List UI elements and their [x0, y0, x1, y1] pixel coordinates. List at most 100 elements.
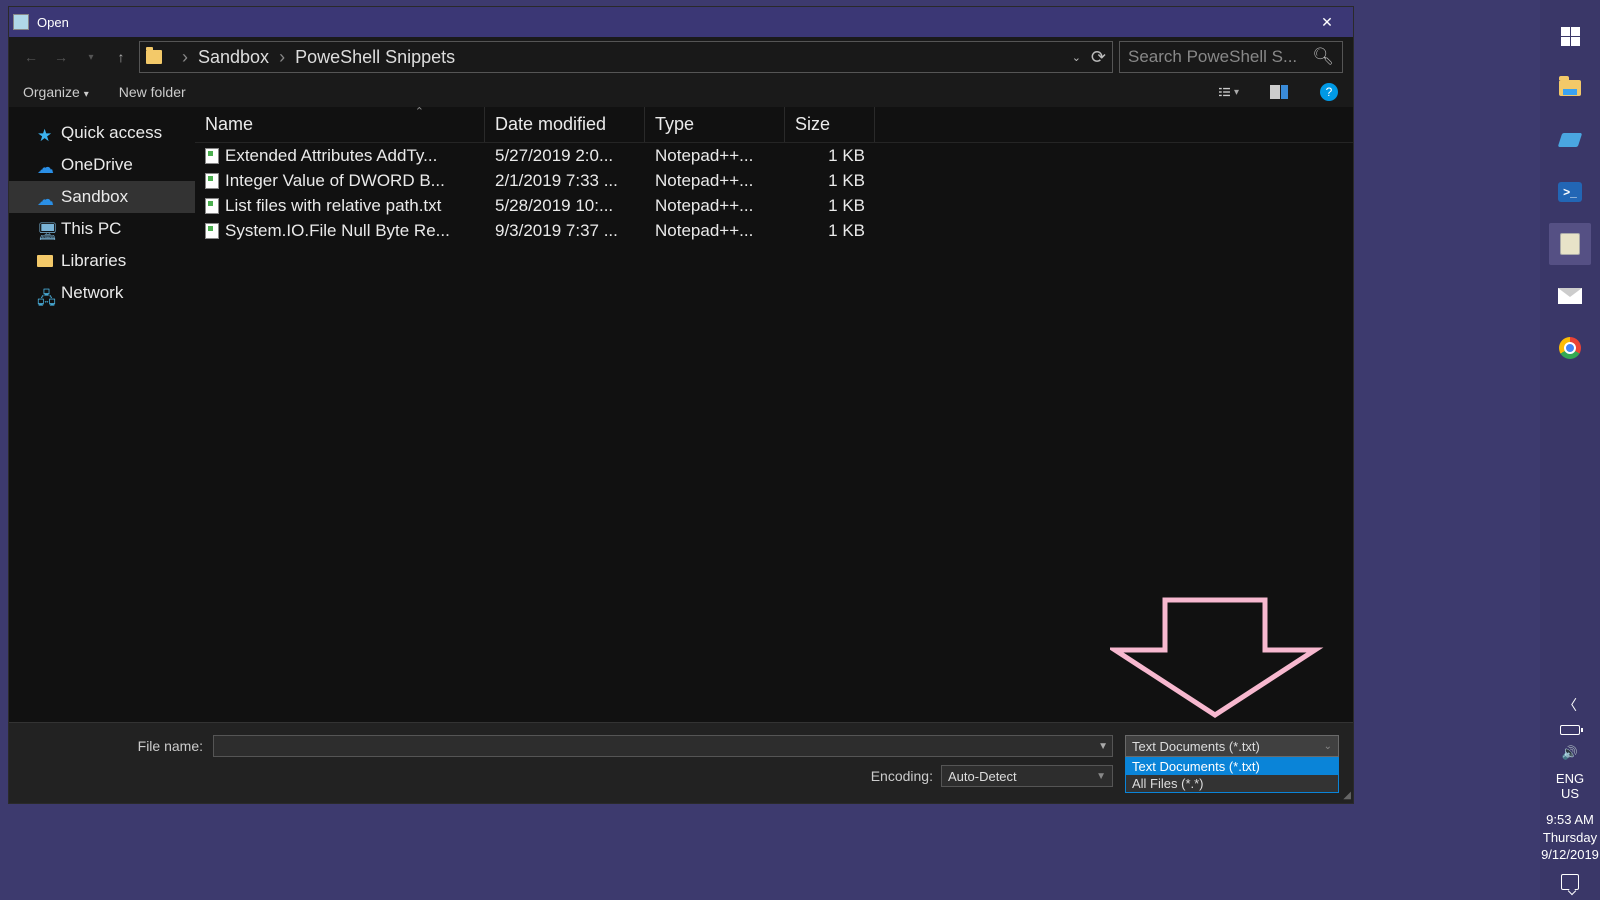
file-row[interactable]: List files with relative path.txt 5/28/20…	[195, 193, 1353, 218]
sidebar-item-sandbox[interactable]: ☁ Sandbox	[9, 181, 195, 213]
libraries-icon	[37, 255, 53, 267]
file-size: 1 KB	[785, 146, 875, 166]
column-date[interactable]: Date modified	[485, 107, 645, 142]
magnifier-taskbar[interactable]	[1549, 119, 1591, 161]
language-indicator[interactable]: ENGUS	[1556, 771, 1584, 801]
file-row[interactable]: Integer Value of DWORD B... 2/1/2019 7:33…	[195, 168, 1353, 193]
column-headers: Name⌃ Date modified Type Size	[195, 107, 1353, 143]
dialog-footer: File name: ▼ Text Documents (*.txt)⌄ Tex…	[9, 722, 1353, 803]
help-button[interactable]: ?	[1319, 82, 1339, 102]
back-button[interactable]: ←	[19, 45, 43, 69]
action-center-icon[interactable]	[1561, 874, 1579, 890]
notepad-taskbar[interactable]	[1549, 223, 1591, 265]
sidebar-item-onedrive[interactable]: ☁ OneDrive	[9, 149, 195, 181]
file-explorer-taskbar[interactable]	[1549, 67, 1591, 109]
search-icon: 🔍︎	[1312, 47, 1334, 67]
text-file-icon	[205, 148, 219, 164]
filename-label: File name:	[23, 738, 213, 754]
cloud-icon: ☁	[37, 190, 53, 204]
cloud-icon: ☁	[37, 158, 53, 172]
filetype-option[interactable]: Text Documents (*.txt)	[1126, 758, 1338, 775]
file-row[interactable]: Extended Attributes AddTy...5/27/2019 2:…	[195, 143, 1353, 168]
breadcrumb-sep: ›	[279, 47, 285, 68]
sidebar-label: OneDrive	[61, 155, 133, 175]
history-dropdown-icon[interactable]: ⌄	[1072, 51, 1081, 64]
file-name: Extended Attributes AddTy...	[225, 146, 437, 166]
system-tray: 〈 🔊 ENGUS 9:53 AM Thursday 9/12/2019	[1540, 695, 1600, 900]
file-size: 1 KB	[785, 221, 875, 241]
breadcrumb-sep: ›	[182, 47, 188, 68]
column-type[interactable]: Type	[645, 107, 785, 142]
pc-icon: 🖥	[37, 222, 53, 236]
file-type: Notepad++...	[645, 221, 785, 241]
sidebar-label: Sandbox	[61, 187, 128, 207]
tray-overflow-icon[interactable]: 〈	[1563, 695, 1577, 715]
forward-button[interactable]: →	[49, 45, 73, 69]
file-type: Notepad++...	[645, 196, 785, 216]
toolbar: Organize ▾ New folder ▾ ?	[9, 77, 1353, 107]
navigation-pane: ★Quick access ☁ OneDrive ☁ Sandbox 🖥 This PC Li…	[9, 107, 195, 722]
filetype-dropdown: Text Documents (*.txt) All Files (*.*)	[1125, 757, 1339, 793]
filetype-select[interactable]: Text Documents (*.txt)⌄ Text Documents (…	[1125, 735, 1339, 757]
refresh-icon[interactable]: ⟳	[1091, 47, 1106, 68]
encoding-label: Encoding:	[871, 768, 933, 784]
file-type: Notepad++...	[645, 171, 785, 191]
clock[interactable]: 9:53 AM Thursday 9/12/2019	[1541, 811, 1599, 864]
dialog-body: ★Quick access ☁ OneDrive ☁ Sandbox 🖥 This PC Li…	[9, 107, 1353, 722]
text-file-icon	[205, 173, 219, 189]
volume-icon[interactable]: 🔊	[1562, 745, 1578, 761]
windows-logo-icon	[1561, 27, 1580, 46]
mail-taskbar[interactable]	[1549, 275, 1591, 317]
filename-input[interactable]: ▼	[213, 735, 1113, 757]
breadcrumb-item[interactable]: PoweShell Snippets	[295, 47, 455, 68]
sort-indicator-icon: ⌃	[415, 107, 424, 118]
file-name: List files with relative path.txt	[225, 196, 441, 216]
breadcrumb-item[interactable]: Sandbox	[198, 47, 269, 68]
chevron-down-icon: ▼	[1096, 771, 1106, 782]
sidebar-item-network[interactable]: 🖧Network	[9, 277, 195, 309]
file-date: 5/28/2019 10:...	[485, 196, 645, 216]
chevron-down-icon[interactable]: ▼	[1098, 741, 1108, 752]
folder-icon	[146, 50, 162, 64]
powershell-icon: >_	[1558, 182, 1582, 202]
filetype-option[interactable]: All Files (*.*)	[1126, 775, 1338, 792]
chrome-taskbar[interactable]	[1549, 327, 1591, 369]
address-bar[interactable]: › Sandbox › PoweShell Snippets ⌄ ⟳	[139, 41, 1113, 73]
file-name: System.IO.File Null Byte Re...	[225, 221, 450, 241]
file-row[interactable]: System.IO.File Null Byte Re... 9/3/2019 7…	[195, 218, 1353, 243]
recent-dropdown[interactable]: ▾	[79, 45, 103, 69]
encoding-select[interactable]: Auto-Detect▼	[941, 765, 1113, 787]
titlebar: Open ✕	[9, 7, 1353, 37]
powershell-taskbar[interactable]: >_	[1549, 171, 1591, 213]
resize-grip[interactable]: ◢	[1343, 790, 1351, 801]
search-input[interactable]: Search PoweShell S... 🔍︎	[1119, 41, 1343, 73]
notepad-icon	[1560, 233, 1580, 255]
new-folder-button[interactable]: New folder	[119, 84, 186, 100]
file-date: 2/1/2019 7:33 ...	[485, 171, 645, 191]
sidebar-label: This PC	[61, 219, 121, 239]
up-button[interactable]: ↑	[109, 45, 133, 69]
preview-pane-button[interactable]	[1269, 82, 1289, 102]
column-size[interactable]: Size	[785, 107, 875, 142]
organize-button[interactable]: Organize ▾	[23, 84, 89, 100]
file-date: 9/3/2019 7:37 ...	[485, 221, 645, 241]
taskbar: >_ 〈 🔊 ENGUS 9:53 AM Thursday 9/12/2019	[1540, 0, 1600, 900]
sidebar-item-this-pc[interactable]: 🖥 This PC	[9, 213, 195, 245]
battery-icon[interactable]	[1560, 725, 1580, 735]
sidebar-item-quick-access[interactable]: ★Quick access	[9, 117, 195, 149]
start-button[interactable]	[1549, 15, 1591, 57]
close-button[interactable]: ✕	[1305, 14, 1349, 31]
file-list-pane: Name⌃ Date modified Type Size Extended A…	[195, 107, 1353, 722]
file-explorer-icon	[1559, 80, 1581, 96]
navbar: ← → ▾ ↑ › Sandbox › PoweShell Snippets ⌄…	[9, 37, 1353, 77]
column-name[interactable]: Name⌃	[195, 107, 485, 142]
sidebar-label: Quick access	[61, 123, 162, 143]
file-name: Integer Value of DWORD B...	[225, 171, 445, 191]
app-icon	[13, 14, 29, 30]
sidebar-item-libraries[interactable]: Libraries	[9, 245, 195, 277]
chrome-icon	[1559, 337, 1581, 359]
text-file-icon	[205, 223, 219, 239]
view-options-button[interactable]: ▾	[1219, 82, 1239, 102]
file-size: 1 KB	[785, 171, 875, 191]
magnifier-icon	[1558, 133, 1583, 147]
